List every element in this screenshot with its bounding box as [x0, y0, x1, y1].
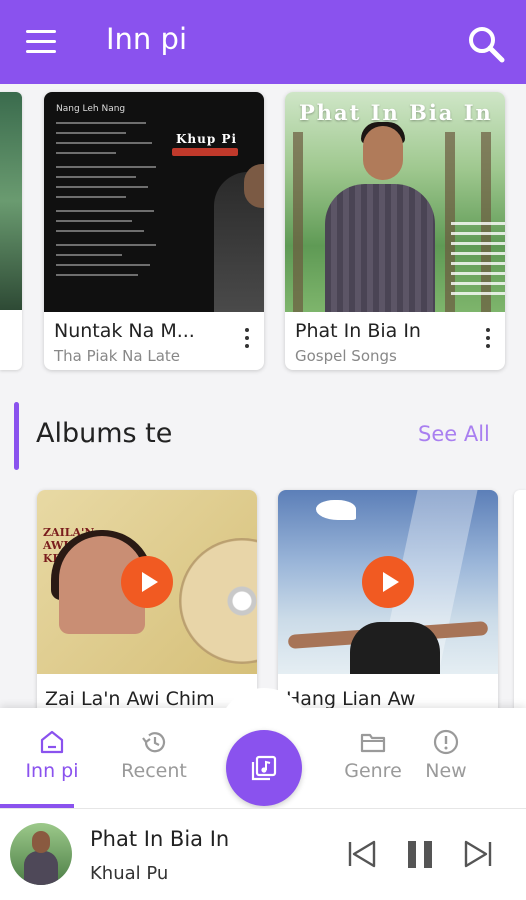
play-button[interactable] — [121, 556, 173, 608]
song-subtitle: Gospel Songs — [295, 347, 397, 365]
nav-item-home[interactable]: Inn pi — [12, 708, 92, 806]
folder-icon — [360, 733, 386, 753]
nav-label: New — [425, 760, 467, 782]
nav-item-recent[interactable]: Recent — [108, 708, 200, 806]
song-card[interactable]: Nang Leh Nang Khup Pi Nuntak Na M... Tha… — [44, 92, 264, 370]
skip-previous-icon[interactable] — [344, 837, 378, 871]
now-playing-artwork — [10, 823, 72, 885]
history-icon — [142, 732, 166, 753]
nav-item-new[interactable]: New — [416, 708, 476, 806]
cover-artist: Khup Pi — [176, 132, 238, 146]
song-card[interactable]: Phat In Bia In Phat In Bia In Gospel Son… — [285, 92, 505, 370]
song-subtitle: Tha Piak Na Late — [54, 347, 180, 365]
mini-player[interactable]: Phat In Bia In Khual Pu — [0, 808, 526, 900]
section-title: Albums te — [36, 418, 173, 449]
now-playing-artist: Khual Pu — [90, 863, 169, 884]
menu-icon[interactable] — [26, 30, 56, 54]
more-options-icon[interactable] — [240, 328, 254, 356]
home-icon — [40, 730, 64, 754]
see-all-link[interactable]: See All — [418, 422, 490, 446]
alert-circle-icon — [433, 729, 459, 755]
song-title: Nuntak Na M... — [54, 320, 195, 342]
search-icon[interactable] — [466, 24, 506, 64]
album-card[interactable]: Hang Lian Aw — [278, 490, 498, 730]
play-button[interactable] — [362, 556, 414, 608]
section-accent-bar — [14, 402, 19, 470]
music-library-icon — [251, 755, 277, 781]
album-title: Hang Lian Aw — [286, 688, 416, 710]
song-cover-image: Phat In Bia In — [285, 92, 505, 312]
album-card-partial[interactable] — [514, 490, 526, 730]
nav-label: Genre — [344, 760, 402, 782]
more-options-icon[interactable] — [481, 328, 495, 356]
cover-heading: Nang Leh Nang — [56, 104, 126, 114]
app-title: Inn pi — [106, 22, 187, 56]
album-card[interactable]: ZAILA'N AWI CHIM KEI NING Zai La'n Awi C… — [37, 490, 257, 730]
nav-label: Inn pi — [25, 760, 79, 782]
center-action-button[interactable] — [226, 730, 302, 806]
pause-icon[interactable] — [403, 837, 437, 871]
album-title: Zai La'n Awi Chim — [45, 688, 215, 710]
song-card-partial[interactable] — [0, 92, 22, 370]
cover-heading: Phat In Bia In — [299, 100, 493, 125]
skip-next-icon[interactable] — [462, 837, 496, 871]
now-playing-title: Phat In Bia In — [90, 827, 230, 851]
song-cover-image: Nang Leh Nang Khup Pi — [44, 92, 264, 312]
song-title: Phat In Bia In — [295, 320, 421, 342]
dove-image — [316, 500, 356, 520]
bottom-navigation: Inn pi Recent Genre New — [0, 688, 526, 808]
nav-label: Recent — [121, 760, 187, 782]
app-bar: Inn pi — [0, 0, 526, 84]
nav-item-genre[interactable]: Genre — [336, 708, 410, 806]
